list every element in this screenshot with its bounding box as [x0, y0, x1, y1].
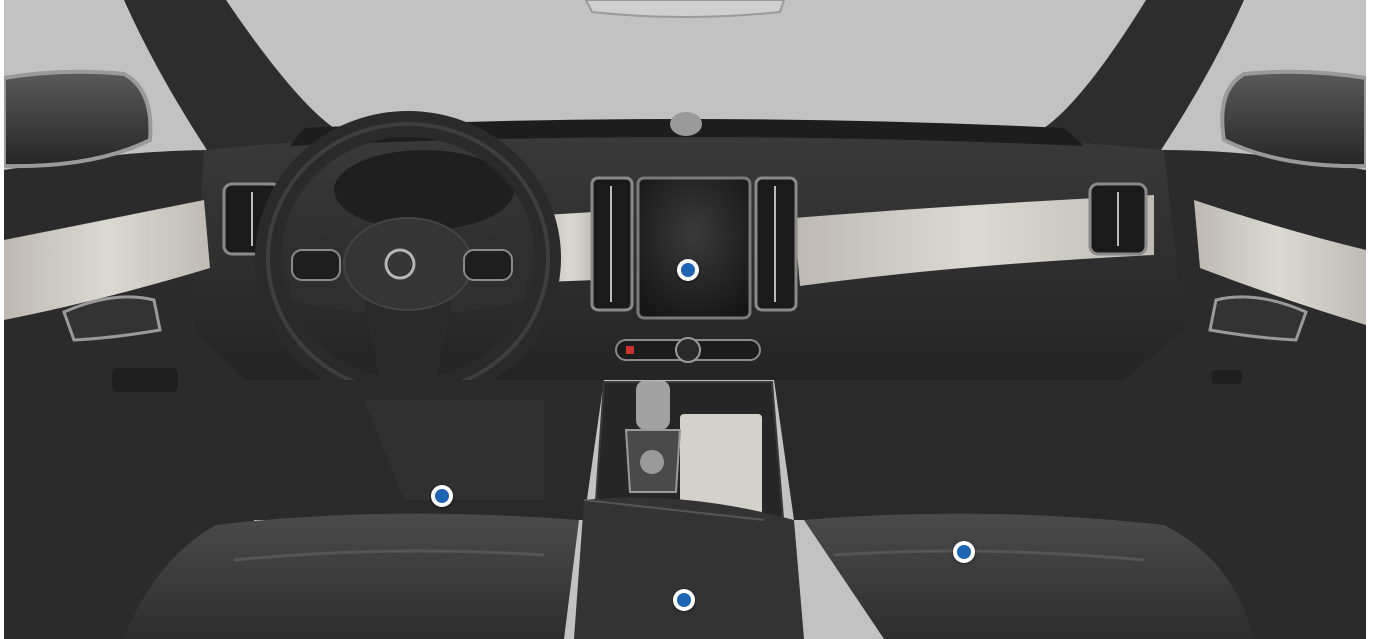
interior-view — [0, 0, 1375, 639]
hotspot-center-armrest[interactable] — [673, 589, 695, 611]
hotspot-center-touchscreen[interactable] — [677, 259, 699, 281]
hotspot-driver-footwell[interactable] — [431, 485, 453, 507]
dash-speaker — [670, 112, 702, 136]
hotspot-passenger-seat[interactable] — [953, 541, 975, 563]
car-interior-image — [4, 0, 1366, 639]
center-touchscreen — [636, 176, 752, 320]
footwell-right — [774, 380, 1124, 520]
center-armrest — [574, 497, 804, 639]
rearview-mirror — [584, 0, 786, 18]
